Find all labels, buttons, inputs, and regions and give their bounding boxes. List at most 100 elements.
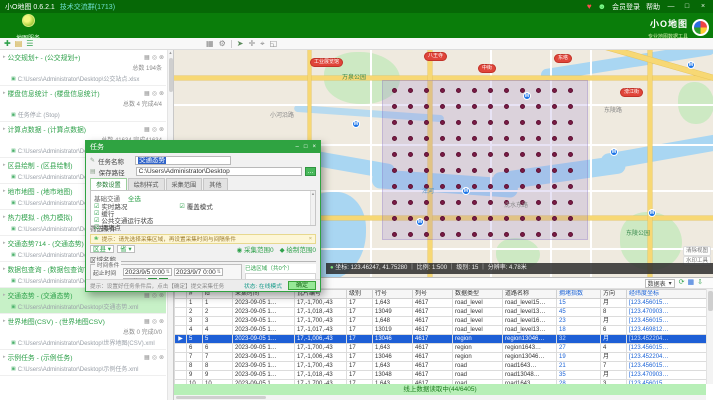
data-point-marker[interactable] [440,200,445,205]
data-point-marker[interactable] [520,152,525,157]
locate-icon[interactable]: ◎ [152,54,157,61]
tab-其他[interactable]: 其他 [203,178,227,190]
close-icon[interactable]: ⊗ [159,90,164,97]
data-point-marker[interactable] [520,120,525,125]
expand-icon[interactable]: ▸ [3,318,6,324]
column-header[interactable]: 拥堵指数 [557,290,601,299]
data-point-marker[interactable] [392,168,397,173]
metro-station-icon[interactable]: M [610,148,618,156]
data-point-marker[interactable] [536,104,541,109]
metro-station-icon[interactable]: M [462,187,470,195]
data-point-marker[interactable] [536,88,541,93]
data-point-marker[interactable] [392,200,397,205]
column-header[interactable]: 级别 [347,290,373,299]
data-point-marker[interactable] [440,88,445,93]
columns-icon[interactable]: ▦ [688,278,695,288]
browse-button[interactable]: … [305,167,316,176]
measure-icon[interactable]: ⌖ [260,39,265,49]
data-point-marker[interactable] [472,136,477,141]
table-row[interactable]: 332023-09-05 1…17,-1,700,-43171,6484617r… [175,317,707,326]
map-service-button[interactable]: 地图服务 [8,14,48,42]
close-icon[interactable]: ⊗ [159,126,164,133]
data-point-marker[interactable] [456,184,461,189]
range-link[interactable]: ◉ 采集范围0 [236,244,273,254]
data-point-marker[interactable] [456,232,461,237]
save-path-input[interactable]: C:\Users\Administrator\Desktop [136,167,302,176]
chart-icon[interactable]: ▦ [144,126,150,133]
checkbox-公共交通运行状态[interactable]: ☑公共交通运行状态 [94,218,153,225]
locate-icon[interactable]: ◎ [152,318,157,325]
data-point-marker[interactable] [488,136,493,141]
expand-icon[interactable]: ▸ [3,266,6,272]
scroll-up-icon[interactable]: ▲ [168,50,173,55]
data-point-marker[interactable] [472,152,477,157]
table-row[interactable]: ▶552023-09-05 1…17,-1,006,-4317130464617… [175,335,707,344]
chart-icon[interactable]: ▦ [144,54,150,61]
data-point-marker[interactable] [440,136,445,141]
dataset-select[interactable]: 数据表 ▾ [645,279,675,288]
checkbox-实时路况[interactable]: ☑实时路况 [94,204,153,211]
metro-station-icon[interactable]: M [352,120,360,128]
task-item[interactable]: ▸公交规划+ - (公交规划+)▦◎⊗总数 194条▣C:\Users\Admi… [0,50,166,86]
chart-icon[interactable]: ▦ [144,292,150,299]
data-point-marker[interactable] [504,88,509,93]
table-row[interactable]: 992023-09-05 1…17,-1,018,-4317130484617r… [175,371,707,380]
data-point-marker[interactable] [488,200,493,205]
data-point-marker[interactable] [568,152,573,157]
select-all-link[interactable]: 全选 [128,196,141,203]
data-point-marker[interactable] [424,120,429,125]
fullscreen-icon[interactable]: ◱ [270,39,278,49]
chart-icon[interactable]: ▦ [144,318,150,325]
data-point-marker[interactable] [488,104,493,109]
locate-icon[interactable]: ◎ [152,126,157,133]
cursor-icon[interactable]: ➤ [237,39,244,49]
data-point-marker[interactable] [424,200,429,205]
data-point-marker[interactable] [392,120,397,125]
settings-icon[interactable]: ⚙ [219,39,226,49]
start-datetime-input[interactable]: 2023/9/5 0:00 ⇅ [123,268,172,276]
data-point-marker[interactable] [456,120,461,125]
column-header[interactable]: 道路名称 [503,290,557,299]
checkbox-覆盖模式[interactable]: ☑覆盖模式 [179,204,212,211]
table-row[interactable]: 882023-09-05 1…17,-1,700,-43171,6434617r… [175,362,707,371]
column-header[interactable]: 行号 [373,290,413,299]
chart-icon[interactable]: ▦ [144,354,150,361]
data-point-marker[interactable] [520,184,525,189]
data-point-marker[interactable] [440,120,445,125]
spinner-icon[interactable]: ⇅ [166,269,170,276]
data-point-marker[interactable] [504,104,509,109]
data-point-marker[interactable] [504,152,509,157]
close-icon[interactable]: ⊗ [159,318,164,325]
data-point-marker[interactable] [536,168,541,173]
column-header[interactable]: 方向 [601,290,627,299]
data-point-marker[interactable] [440,184,445,189]
data-point-marker[interactable] [456,136,461,141]
data-point-marker[interactable] [552,200,557,205]
spinner-icon[interactable]: ⇅ [217,269,221,276]
data-point-marker[interactable] [408,200,413,205]
data-point-marker[interactable] [488,216,493,221]
data-point-marker[interactable] [440,168,445,173]
close-icon[interactable]: ⊗ [159,292,164,299]
table-row[interactable]: 442023-09-05 1…17,-1,017,-4317130194617r… [175,326,707,335]
data-point-marker[interactable] [552,88,557,93]
data-point-marker[interactable] [552,232,557,237]
data-point-marker[interactable] [488,88,493,93]
maximize-button[interactable]: □ [682,3,692,10]
data-point-marker[interactable] [568,136,573,141]
data-point-marker[interactable] [440,232,445,237]
column-header[interactable]: 经纬度坐标 [627,290,707,299]
data-point-marker[interactable] [520,232,525,237]
data-point-marker[interactable] [440,104,445,109]
refresh-icon[interactable]: ⟳ [679,278,685,288]
data-point-marker[interactable] [552,104,557,109]
data-point-marker[interactable] [392,136,397,141]
data-point-marker[interactable] [504,184,509,189]
metro-station-icon[interactable]: M [687,61,695,69]
expand-icon[interactable]: ▸ [3,188,6,194]
region-select[interactable]: 省 ▾ [117,245,135,253]
expand-icon[interactable]: ▸ [3,54,6,60]
data-point-marker[interactable] [408,168,413,173]
data-point-marker[interactable] [456,168,461,173]
table-row[interactable]: 662023-09-05 1…17,-1,700,-43171,6434617r… [175,344,707,353]
